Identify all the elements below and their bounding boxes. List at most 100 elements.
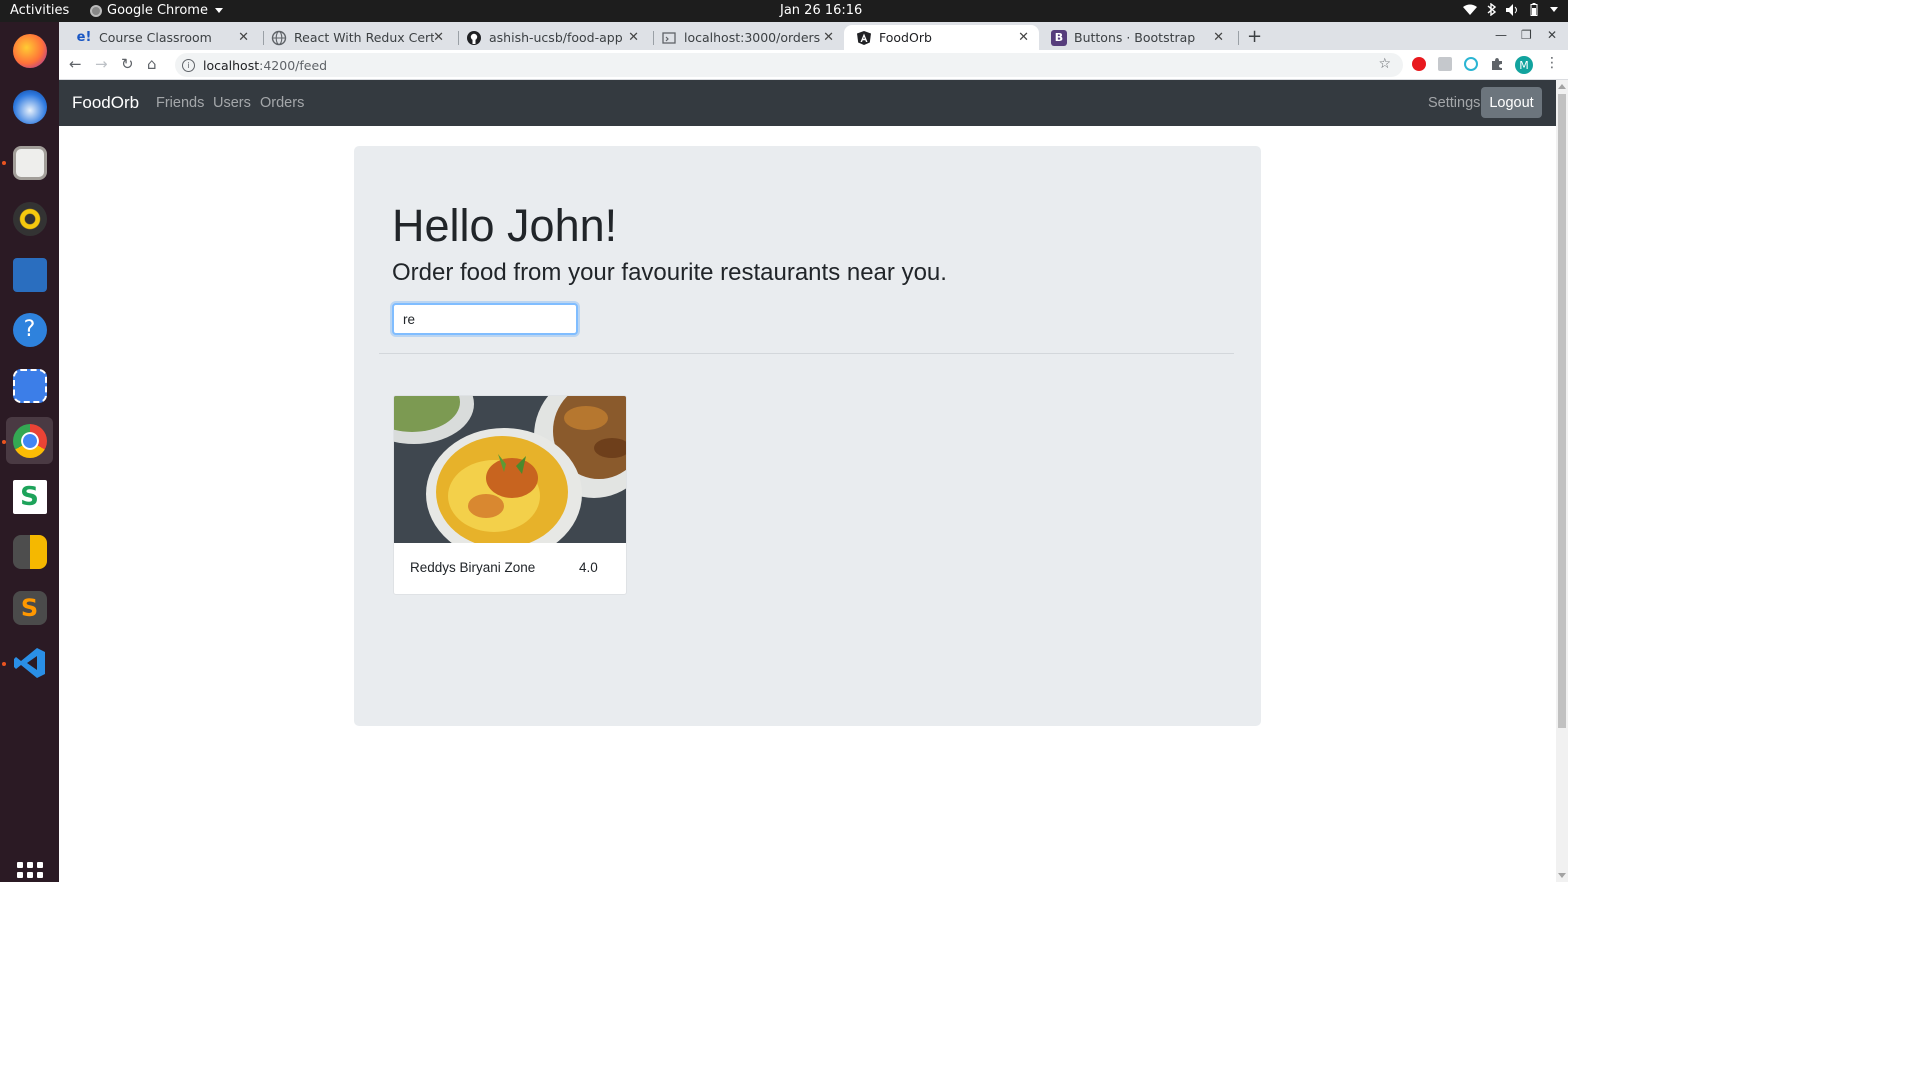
- site-info-icon[interactable]: i: [182, 58, 195, 72]
- github-icon: [467, 30, 481, 45]
- e-favicon-icon: e!: [76, 30, 92, 45]
- files-icon: [12, 145, 47, 180]
- react-devtools-icon[interactable]: [1464, 57, 1478, 71]
- extension-grey-icon[interactable]: [1438, 57, 1452, 71]
- minimize-button[interactable]: —: [1495, 28, 1507, 42]
- nav-users[interactable]: Users: [213, 95, 251, 111]
- close-icon[interactable]: ✕: [823, 30, 834, 45]
- tab-title: localhost:3000/orders: [684, 30, 821, 45]
- bookmark-star-icon[interactable]: ☆: [1378, 56, 1391, 72]
- sublime-launcher[interactable]: S: [6, 584, 53, 631]
- tab-course-classroom[interactable]: e! Course Classroom ✕: [64, 25, 259, 50]
- app-navbar: FoodOrb Friends Users Orders Settings Lo…: [59, 80, 1556, 126]
- firefox-icon: [12, 33, 47, 68]
- help-icon: ?: [12, 312, 47, 347]
- screenshot-launcher[interactable]: [6, 362, 53, 409]
- restaurant-name: Reddys Biryani Zone: [410, 560, 536, 575]
- angular-icon: [857, 30, 871, 45]
- writer-icon: [12, 257, 47, 292]
- close-icon[interactable]: ✕: [1018, 30, 1029, 45]
- sublime-icon: S: [12, 590, 47, 625]
- extensions-puzzle-icon[interactable]: [1490, 57, 1504, 71]
- vscode-launcher[interactable]: [6, 639, 53, 686]
- close-icon[interactable]: ✕: [433, 30, 444, 45]
- close-icon[interactable]: ✕: [1213, 30, 1224, 45]
- tab-foodorb[interactable]: FoodOrb ✕: [844, 25, 1039, 50]
- greeting-heading: Hello John!: [392, 200, 618, 251]
- reload-icon[interactable]: ↻: [121, 55, 134, 73]
- thunderbird-icon: [12, 89, 47, 124]
- menu-kebab-icon[interactable]: ⋮: [1545, 55, 1559, 71]
- browser-toolbar: ← → ↻ ⌂ i localhost:4200/feed ☆ M ⋮: [59, 50, 1568, 80]
- app-menu[interactable]: Google Chrome: [90, 3, 223, 18]
- nav-settings[interactable]: Settings: [1428, 95, 1480, 111]
- address-bar[interactable]: i localhost:4200/feed ☆: [175, 53, 1403, 77]
- battery-icon: [1530, 3, 1538, 16]
- globe-icon: [271, 30, 287, 45]
- help-launcher[interactable]: ?: [6, 306, 53, 353]
- nav-friends[interactable]: Friends: [156, 95, 204, 111]
- tab-bootstrap-buttons[interactable]: B Buttons · Bootstrap ✕: [1039, 25, 1234, 50]
- logout-button[interactable]: Logout: [1481, 87, 1542, 118]
- url-text: localhost:4200/feed: [203, 57, 328, 73]
- divider: [379, 353, 1234, 354]
- firefox-launcher[interactable]: [6, 27, 53, 74]
- close-icon[interactable]: ✕: [628, 30, 639, 45]
- chevron-down-icon: [1550, 7, 1558, 12]
- files-launcher[interactable]: [6, 139, 53, 186]
- system-tray[interactable]: [1463, 3, 1558, 16]
- biryani-photo: [394, 396, 626, 543]
- new-tab-button[interactable]: +: [1247, 26, 1262, 47]
- tab-title: Buttons · Bootstrap: [1074, 30, 1196, 45]
- dock: ? S S: [0, 22, 59, 888]
- extension-red-icon[interactable]: [1412, 57, 1426, 71]
- lead-text: Order food from your favourite restauran…: [392, 259, 947, 286]
- thunderbird-launcher[interactable]: [6, 83, 53, 130]
- page-scrollbar[interactable]: [1556, 80, 1568, 882]
- forward-icon[interactable]: →: [95, 55, 108, 73]
- wifi-icon: [1463, 4, 1477, 15]
- profile-avatar[interactable]: M: [1515, 56, 1533, 74]
- tab-title: ashish-ucsb/food-app: [489, 30, 623, 45]
- chrome-launcher[interactable]: [6, 417, 53, 464]
- restaurant-search-input[interactable]: [392, 303, 578, 335]
- tab-separator: [1238, 31, 1239, 45]
- nav-orders[interactable]: Orders: [260, 95, 304, 111]
- maximize-button[interactable]: ❐: [1521, 28, 1532, 42]
- close-window-button[interactable]: ✕: [1547, 28, 1557, 42]
- brand-link[interactable]: FoodOrb: [72, 93, 139, 113]
- chrome-icon: [12, 423, 47, 458]
- close-icon[interactable]: ✕: [238, 30, 249, 45]
- app-launcher-s[interactable]: S: [6, 473, 53, 520]
- tab-title: FoodOrb: [879, 30, 932, 45]
- app-menu-label: Google Chrome: [107, 3, 208, 18]
- bootstrap-icon: B: [1051, 29, 1067, 46]
- tab-localhost-orders[interactable]: localhost:3000/orders ✕: [649, 25, 844, 50]
- restaurant-card[interactable]: Reddys Biryani Zone 4.0: [393, 395, 627, 595]
- scroll-down-icon[interactable]: [1558, 873, 1566, 878]
- activities-button[interactable]: Activities: [10, 3, 69, 18]
- chrome-small-icon: [90, 4, 102, 17]
- restaurant-rating: 4.0: [579, 560, 598, 575]
- scrollbar-thumb[interactable]: [1558, 94, 1566, 728]
- back-icon[interactable]: ←: [69, 55, 82, 73]
- volume-icon: [1506, 3, 1517, 16]
- tab-react-redux[interactable]: React With Redux Certific ✕: [259, 25, 454, 50]
- screenshot-icon: [12, 368, 47, 403]
- scroll-up-icon[interactable]: [1558, 84, 1566, 89]
- rhythmbox-launcher[interactable]: [6, 195, 53, 242]
- vscode-icon: [13, 647, 45, 678]
- rhythmbox-icon: [12, 201, 47, 236]
- home-icon[interactable]: ⌂: [147, 55, 157, 73]
- show-applications-button[interactable]: [17, 862, 43, 888]
- tab-title: React With Redux Certific: [294, 30, 434, 45]
- page-viewport: FoodOrb Friends Users Orders Settings Lo…: [59, 80, 1556, 882]
- clock[interactable]: Jan 26 16:16: [780, 3, 862, 18]
- tab-strip: e! Course Classroom ✕ React With Redux C…: [59, 22, 1568, 50]
- system-top-bar: Activities Google Chrome Jan 26 16:16: [0, 0, 1568, 22]
- tab-github[interactable]: ashish-ucsb/food-app ✕: [454, 25, 649, 50]
- writer-launcher[interactable]: [6, 251, 53, 298]
- bluetooth-icon: [1487, 3, 1496, 16]
- tab-title: Course Classroom: [99, 30, 212, 45]
- calculator-launcher[interactable]: [6, 528, 53, 575]
